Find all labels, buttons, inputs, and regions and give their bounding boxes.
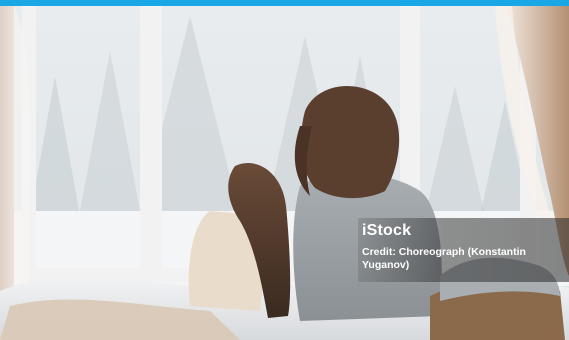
photo: iStock Credit: Choreograph (Konstantin Y…	[0, 6, 569, 340]
stock-watermark: iStock Credit: Choreograph (Konstantin Y…	[358, 218, 569, 282]
photo-illustration	[0, 6, 569, 340]
watermark-logo: iStock	[362, 222, 412, 239]
watermark-credit: Credit: Choreograph (Konstantin Yuganov)	[362, 246, 526, 271]
